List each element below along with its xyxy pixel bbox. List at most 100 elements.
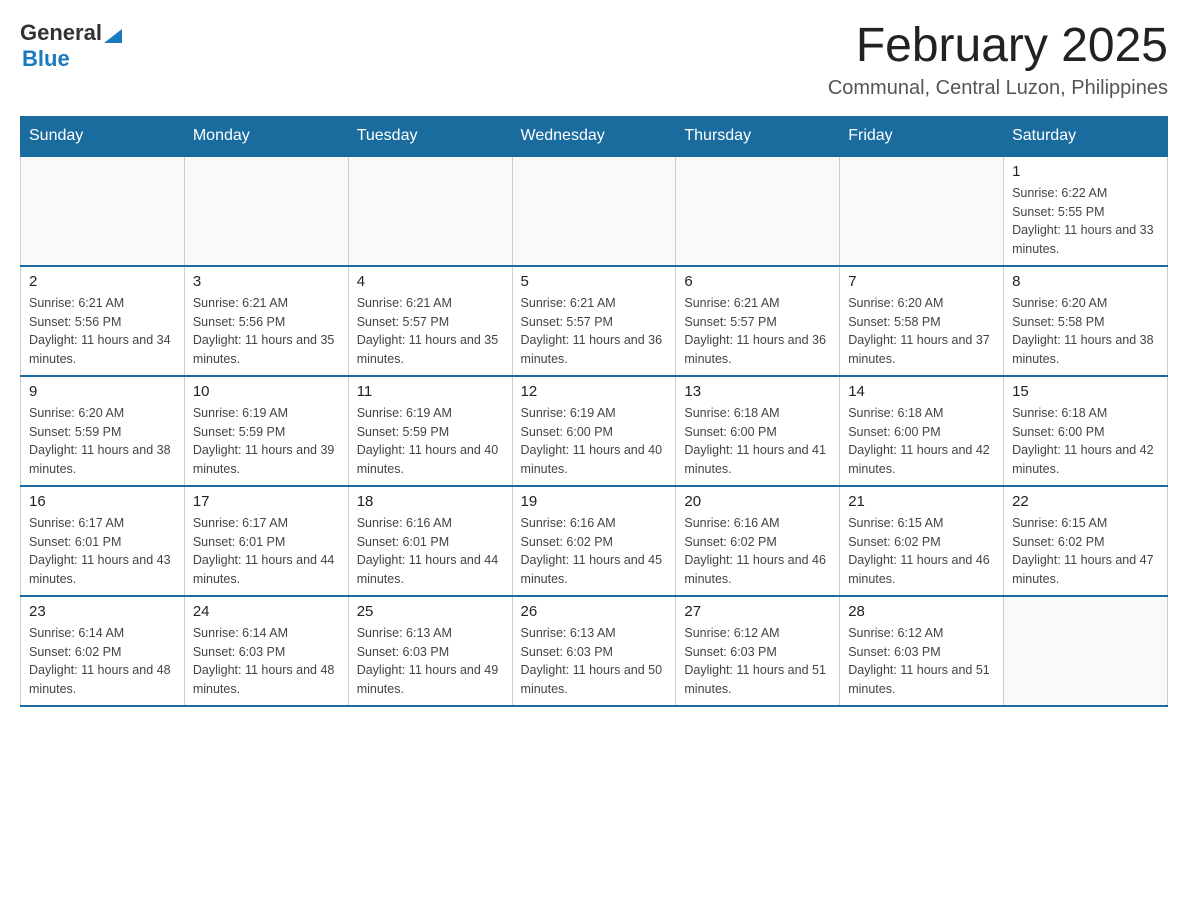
day-number: 22: [1012, 493, 1159, 510]
day-number: 25: [357, 603, 504, 620]
table-row: 17 Sunrise: 6:17 AMSunset: 6:01 PMDayligh…: [184, 486, 348, 596]
day-number: 14: [848, 383, 995, 400]
calendar-week-row: 1 Sunrise: 6:22 AMSunset: 5:55 PMDaylight…: [21, 156, 1168, 266]
table-row: 28 Sunrise: 6:12 AMSunset: 6:03 PMDayligh…: [840, 596, 1004, 706]
day-number: 23: [29, 603, 176, 620]
table-row: 13Sunrise: 6:18 AMSunset: 6:00 PMDayligh…: [676, 376, 840, 486]
table-row: 27 Sunrise: 6:12 AMSunset: 6:03 PMDayligh…: [676, 596, 840, 706]
logo: General Blue: [20, 20, 122, 72]
table-row: 4 Sunrise: 6:21 AMSunset: 5:57 PMDaylight…: [348, 266, 512, 376]
table-row: 19 Sunrise: 6:16 AMSunset: 6:02 PMDayligh…: [512, 486, 676, 596]
col-sunday: Sunday: [21, 116, 185, 156]
table-row: 7 Sunrise: 6:20 AMSunset: 5:58 PMDaylight…: [840, 266, 1004, 376]
day-number: 6: [684, 273, 831, 290]
day-number: 8: [1012, 273, 1159, 290]
header-right: February 2025 Communal, Central Luzon, P…: [828, 20, 1168, 100]
table-row: [1004, 596, 1168, 706]
day-info: Sunrise: 6:13 AMSunset: 6:03 PMDaylight:…: [521, 624, 668, 699]
day-number: 17: [193, 493, 340, 510]
calendar-week-row: 9 Sunrise: 6:20 AMSunset: 5:59 PMDaylight…: [21, 376, 1168, 486]
col-friday: Friday: [840, 116, 1004, 156]
day-info: Sunrise: 6:19 AMSunset: 5:59 PMDaylight:…: [357, 404, 504, 479]
day-number: 4: [357, 273, 504, 290]
day-number: 12: [521, 383, 668, 400]
day-number: 27: [684, 603, 831, 620]
calendar-week-row: 23 Sunrise: 6:14 AMSunset: 6:02 PMDayligh…: [21, 596, 1168, 706]
day-info: Sunrise: 6:18 AMSunset: 6:00 PMDaylight:…: [684, 404, 831, 479]
table-row: 25 Sunrise: 6:13 AMSunset: 6:03 PMDayligh…: [348, 596, 512, 706]
day-info: Sunrise: 6:16 AMSunset: 6:02 PMDaylight:…: [521, 514, 668, 589]
day-info: Sunrise: 6:12 AMSunset: 6:03 PMDaylight:…: [848, 624, 995, 699]
day-number: 19: [521, 493, 668, 510]
page-header: General Blue February 2025 Communal, Cen…: [20, 20, 1168, 100]
table-row: 11 Sunrise: 6:19 AMSunset: 5:59 PMDayligh…: [348, 376, 512, 486]
day-number: 15: [1012, 383, 1159, 400]
day-info: Sunrise: 6:17 AMSunset: 6:01 PMDaylight:…: [29, 514, 176, 589]
logo-arrow-icon: [104, 25, 122, 43]
calendar-table: Sunday Monday Tuesday Wednesday Thursday…: [20, 116, 1168, 707]
day-info: Sunrise: 6:20 AMSunset: 5:59 PMDaylight:…: [29, 404, 176, 479]
day-info: Sunrise: 6:18 AMSunset: 6:00 PMDaylight:…: [848, 404, 995, 479]
logo-general-text: General: [20, 20, 102, 46]
day-number: 18: [357, 493, 504, 510]
table-row: 15 Sunrise: 6:18 AMSunset: 6:00 PMDayligh…: [1004, 376, 1168, 486]
table-row: 22Sunrise: 6:15 AMSunset: 6:02 PMDayligh…: [1004, 486, 1168, 596]
day-info: Sunrise: 6:14 AMSunset: 6:02 PMDaylight:…: [29, 624, 176, 699]
table-row: [348, 156, 512, 266]
calendar-week-row: 2Sunrise: 6:21 AMSunset: 5:56 PMDaylight…: [21, 266, 1168, 376]
table-row: 18 Sunrise: 6:16 AMSunset: 6:01 PMDayligh…: [348, 486, 512, 596]
day-info: Sunrise: 6:16 AMSunset: 6:01 PMDaylight:…: [357, 514, 504, 589]
day-number: 28: [848, 603, 995, 620]
day-info: Sunrise: 6:17 AMSunset: 6:01 PMDaylight:…: [193, 514, 340, 589]
day-number: 7: [848, 273, 995, 290]
day-number: 20: [684, 493, 831, 510]
day-info: Sunrise: 6:21 AMSunset: 5:56 PMDaylight:…: [193, 294, 340, 369]
table-row: 8 Sunrise: 6:20 AMSunset: 5:58 PMDaylight…: [1004, 266, 1168, 376]
table-row: 3Sunrise: 6:21 AMSunset: 5:56 PMDaylight…: [184, 266, 348, 376]
col-tuesday: Tuesday: [348, 116, 512, 156]
day-number: 11: [357, 383, 504, 400]
day-info: Sunrise: 6:18 AMSunset: 6:00 PMDaylight:…: [1012, 404, 1159, 479]
day-info: Sunrise: 6:14 AMSunset: 6:03 PMDaylight:…: [193, 624, 340, 699]
day-info: Sunrise: 6:21 AMSunset: 5:57 PMDaylight:…: [521, 294, 668, 369]
table-row: 10Sunrise: 6:19 AMSunset: 5:59 PMDayligh…: [184, 376, 348, 486]
day-number: 5: [521, 273, 668, 290]
day-info: Sunrise: 6:22 AMSunset: 5:55 PMDaylight:…: [1012, 184, 1159, 259]
table-row: [21, 156, 185, 266]
day-info: Sunrise: 6:21 AMSunset: 5:57 PMDaylight:…: [684, 294, 831, 369]
day-number: 21: [848, 493, 995, 510]
table-row: 24 Sunrise: 6:14 AMSunset: 6:03 PMDayligh…: [184, 596, 348, 706]
day-info: Sunrise: 6:15 AMSunset: 6:02 PMDaylight:…: [848, 514, 995, 589]
table-row: 1 Sunrise: 6:22 AMSunset: 5:55 PMDaylight…: [1004, 156, 1168, 266]
logo-blue-text: Blue: [22, 46, 70, 71]
table-row: 14 Sunrise: 6:18 AMSunset: 6:00 PMDayligh…: [840, 376, 1004, 486]
col-wednesday: Wednesday: [512, 116, 676, 156]
table-row: 12Sunrise: 6:19 AMSunset: 6:00 PMDayligh…: [512, 376, 676, 486]
table-row: 23 Sunrise: 6:14 AMSunset: 6:02 PMDayligh…: [21, 596, 185, 706]
day-info: Sunrise: 6:20 AMSunset: 5:58 PMDaylight:…: [848, 294, 995, 369]
month-title: February 2025: [828, 20, 1168, 73]
table-row: 16Sunrise: 6:17 AMSunset: 6:01 PMDayligh…: [21, 486, 185, 596]
day-number: 1: [1012, 163, 1159, 180]
table-row: [512, 156, 676, 266]
table-row: 6 Sunrise: 6:21 AMSunset: 5:57 PMDaylight…: [676, 266, 840, 376]
location-title: Communal, Central Luzon, Philippines: [828, 77, 1168, 100]
col-saturday: Saturday: [1004, 116, 1168, 156]
calendar-week-row: 16Sunrise: 6:17 AMSunset: 6:01 PMDayligh…: [21, 486, 1168, 596]
table-row: [840, 156, 1004, 266]
day-info: Sunrise: 6:20 AMSunset: 5:58 PMDaylight:…: [1012, 294, 1159, 369]
day-info: Sunrise: 6:13 AMSunset: 6:03 PMDaylight:…: [357, 624, 504, 699]
table-row: 9 Sunrise: 6:20 AMSunset: 5:59 PMDaylight…: [21, 376, 185, 486]
col-thursday: Thursday: [676, 116, 840, 156]
day-info: Sunrise: 6:16 AMSunset: 6:02 PMDaylight:…: [684, 514, 831, 589]
day-number: 9: [29, 383, 176, 400]
day-info: Sunrise: 6:12 AMSunset: 6:03 PMDaylight:…: [684, 624, 831, 699]
day-info: Sunrise: 6:19 AMSunset: 5:59 PMDaylight:…: [193, 404, 340, 479]
day-info: Sunrise: 6:21 AMSunset: 5:56 PMDaylight:…: [29, 294, 176, 369]
day-info: Sunrise: 6:21 AMSunset: 5:57 PMDaylight:…: [357, 294, 504, 369]
table-row: 20 Sunrise: 6:16 AMSunset: 6:02 PMDayligh…: [676, 486, 840, 596]
day-number: 24: [193, 603, 340, 620]
table-row: 2Sunrise: 6:21 AMSunset: 5:56 PMDaylight…: [21, 266, 185, 376]
col-monday: Monday: [184, 116, 348, 156]
table-row: 21 Sunrise: 6:15 AMSunset: 6:02 PMDayligh…: [840, 486, 1004, 596]
